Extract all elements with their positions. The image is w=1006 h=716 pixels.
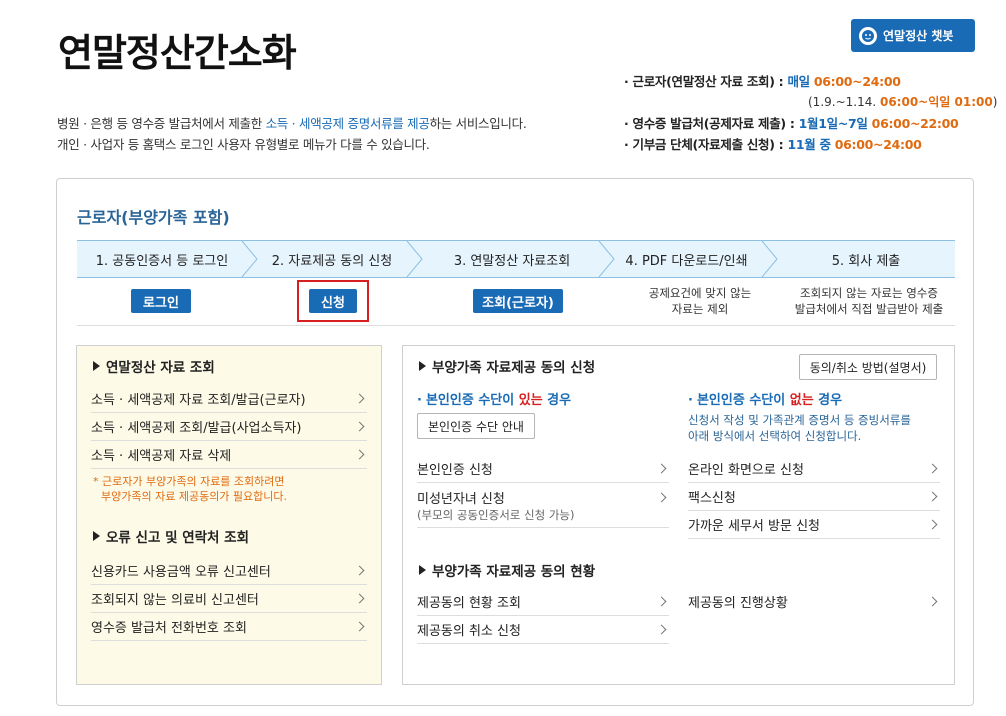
link-card-error[interactable]: 신용카드 사용금액 오류 신고센터 [91,556,367,585]
right-panel: 부양가족 자료제공 동의 신청 동의/취소 방법(설명서) · 본인인증 수단이 … [402,345,955,685]
chevron-right-icon [927,491,938,501]
highlight-box [297,280,369,322]
step4-note: 공제요건에 맞지 않는 자료는 제외 [648,286,752,316]
chevron-right-icon [354,593,365,603]
left-panel: 연말정산 자료 조회 소득 · 세액공제 자료 조회/발급(근로자) 소득 · … [76,345,382,685]
chatbot-icon [859,26,877,45]
chatbot-button[interactable]: 연말정산 챗봇 [851,19,975,52]
page-title: 연말정산간소화 [58,31,297,75]
chevron-right-icon [354,449,365,459]
lookup-title: 연말정산 자료 조회 [93,356,215,376]
chevron-right-icon [656,463,667,473]
consent-status-title: 부양가족 자료제공 동의 현황 [419,560,595,580]
divider [77,325,955,326]
chevron-right-icon [927,596,938,607]
step-3: 3. 연말정산 자료조회 [453,253,571,269]
chevron-right-icon [354,421,365,431]
link-visit-apply[interactable]: 가까운 세무서 방문 신청 [688,510,940,539]
chevron-right-icon [354,565,365,575]
link-worker-lookup[interactable]: 소득 · 세액공제 자료 조회/발급(근로자) [91,384,367,413]
case-without-auth: · 본인인증 수단이 없는 경우 [688,393,843,408]
chevron-right-icon [354,393,365,403]
service-description-line1: 병원 · 은행 등 영수증 발급처에서 제출한 소득 · 세액공제 증명서류를 … [57,116,527,131]
link-consent-cancel[interactable]: 제공동의 취소 신청 [417,615,669,644]
link-status-lookup[interactable]: 제공동의 현황 조회 [417,587,669,616]
link-medical-report[interactable]: 조회되지 않는 의료비 신고센터 [91,584,367,613]
process-steps: 1. 공동인증서 등 로그인 2. 자료제공 동의 신청 3. 연말정산 자료조… [77,240,955,278]
login-button[interactable]: 로그인 [131,289,191,313]
triangle-icon [93,361,100,371]
link-business-lookup[interactable]: 소득 · 세액공제 조회/발급(사업소득자) [91,412,367,441]
triangle-icon [419,565,426,575]
consent-method-button[interactable]: 동의/취소 방법(설명서) [799,354,937,380]
step-2: 2. 자료제공 동의 신청 [271,253,393,269]
link-data-delete[interactable]: 소득 · 세액공제 자료 삭제 [91,440,367,469]
step-4: 4. PDF 다운로드/인쇄 [625,253,748,269]
triangle-icon [419,361,426,371]
chatbot-label: 연말정산 챗봇 [883,29,954,43]
link-fax-apply[interactable]: 팩스신청 [688,482,940,511]
link-auth-apply[interactable]: 본인인증 신청 [417,454,669,483]
case-without-auth-desc: 신청서 작성 및 가족관계 증명서 등 증빙서류를 아래 방식에서 선택하여 신… [688,413,911,443]
worker-section: 근로자(부양가족 포함) 1. 공동인증서 등 로그인 2. 자료제공 동의 신… [56,178,974,706]
error-report-title: 오류 신고 및 연락처 조회 [93,526,249,546]
service-description-line2: 개인 · 사업자 등 홈택스 로그인 사용자 유형별로 메뉴가 다를 수 있습니… [57,137,430,152]
schedule-donation: · 기부금 단체(자료제출 신청) : 11월 중 06:00~24:00 [624,137,922,152]
schedule-worker-sub: (1.9.~1.14. 06:00~익일 01:00) [808,95,998,109]
chevron-right-icon [927,463,938,473]
link-issuer-phone[interactable]: 영수증 발급처 전화번호 조회 [91,612,367,641]
chevron-right-icon [927,519,938,529]
chevron-right-icon [656,596,667,606]
lookup-button[interactable]: 조회(근로자) [473,289,563,313]
triangle-icon [93,531,100,541]
step-1: 1. 공동인증서 등 로그인 [95,253,229,269]
schedule-worker: · 근로자(연말정산 자료 조회) : 매일 06:00~24:00 [624,74,901,89]
auth-guide-button[interactable]: 본인인증 수단 안내 [417,413,535,439]
schedule-issuer: · 영수증 발급처(공제자료 제출) : 1월1일~7일 06:00~22:00 [624,116,959,131]
consent-title: 부양가족 자료제공 동의 신청 [419,356,595,376]
link-minor-apply[interactable]: 미성년자녀 신청 (부모의 공동인증서로 신청 가능) [417,482,669,528]
chevron-right-icon [656,492,667,503]
chevron-right-icon [656,624,667,634]
chevron-right-icon [354,621,365,631]
link-online-apply[interactable]: 온라인 화면으로 신청 [688,454,940,483]
section-title: 근로자(부양가족 포함) [77,208,230,227]
step5-note: 조회되지 않는 자료는 영수증 발급처에서 직접 발급받아 제출 [794,286,944,316]
link-consent-progress[interactable]: 제공동의 진행상황 [688,587,940,616]
dependent-note: * 근로자가 부양가족의 자료를 조회하려면 부양가족의 자료 제공동의가 필요… [93,475,288,503]
case-with-auth: · 본인인증 수단이 있는 경우 [417,393,572,408]
step-5: 5. 회사 제출 [831,253,901,269]
